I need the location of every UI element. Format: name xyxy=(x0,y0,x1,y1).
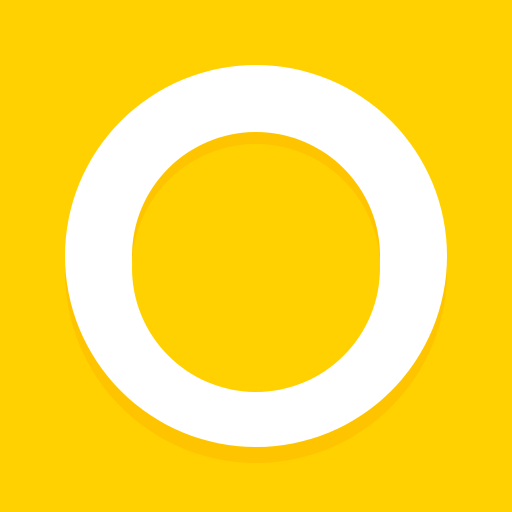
app-icon xyxy=(0,0,512,512)
ring-logo-icon xyxy=(65,65,447,463)
ring-inner-hole xyxy=(132,144,380,392)
